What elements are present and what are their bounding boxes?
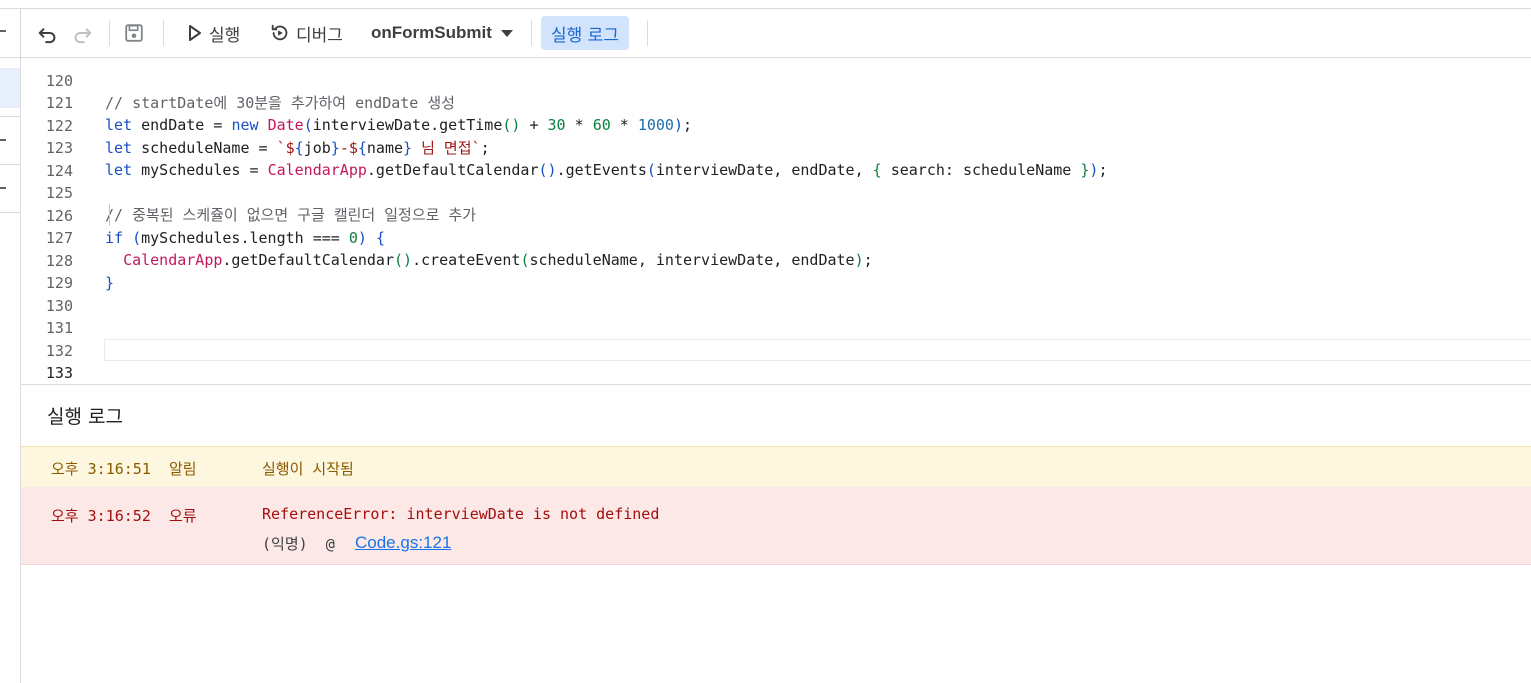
toolbar-separator [647, 20, 648, 46]
stack-trace-prefix: (익명) @ [262, 535, 335, 553]
code-line: 127 CalendarApp.getDefaultCalendar().cre… [21, 204, 1531, 270]
window-top-border [0, 0, 1531, 9]
stack-trace-link[interactable]: Code.gs:121 [355, 533, 451, 553]
execution-log-label: 실행 로그 [551, 25, 619, 46]
log-level: 오류 [169, 507, 197, 525]
code-line: 128 } [21, 227, 1531, 293]
sidebar-divider [0, 116, 20, 117]
run-button[interactable]: 실행 [187, 19, 240, 47]
log-time: 오후 3:16:52 [51, 507, 151, 525]
undo-icon [37, 22, 59, 44]
sidebar-item-selected[interactable] [0, 68, 20, 108]
undo-button[interactable] [37, 19, 59, 47]
toolbar-separator [163, 20, 164, 46]
toolbar-separator [109, 20, 110, 46]
log-level: 알림 [169, 460, 197, 478]
debug-button[interactable]: 디버그 [269, 19, 343, 47]
run-label: 실행 [209, 25, 241, 46]
code-line: 121 let endDate = new Date(interviewDate… [21, 69, 1531, 135]
toolbar-separator [531, 20, 532, 46]
function-select-value: onFormSubmit [371, 23, 492, 42]
sidebar-divider [0, 164, 20, 165]
sidebar-divider [0, 57, 20, 58]
function-select[interactable]: onFormSubmit [371, 19, 514, 47]
code-line: 130 [21, 272, 1531, 315]
code-editor[interactable]: 120 // startDate에 30분을 추가하여 endDate 생성 1… [21, 58, 1531, 385]
code-line: 125 // 중복된 스케쥴이 없으면 구글 캘린더 일정으로 추가 [21, 159, 1531, 225]
sidebar-collapse-icon[interactable] [0, 139, 6, 141]
code-line: 131 [21, 294, 1531, 337]
log-time: 오후 3:16:51 [51, 460, 151, 478]
log-entry-error: 오후 3:16:52 오류 ReferenceError: interviewD… [21, 487, 1531, 565]
debug-label: 디버그 [296, 25, 343, 46]
code-line: 120 // startDate에 30분을 추가하여 endDate 생성 [21, 58, 1531, 113]
code-line: 123 let mySchedules = CalendarApp.getDef… [21, 114, 1531, 180]
editor-toolbar: 실행 디버그 onFormSubmit 실행 로그 [21, 9, 1531, 58]
code-line: 129 [21, 249, 1531, 292]
save-button[interactable] [123, 19, 145, 47]
execution-log-panel: 실행 로그 오후 3:16:51 알림 실행이 시작됨 오후 3:16:52 오… [21, 385, 1531, 683]
code-line: 132 [21, 317, 1531, 360]
log-panel-title: 실행 로그 [47, 406, 123, 428]
chevron-down-icon [500, 28, 514, 38]
play-icon [187, 24, 203, 42]
left-sidebar [0, 9, 21, 683]
sidebar-divider [0, 212, 20, 213]
redo-button[interactable] [71, 19, 93, 47]
debug-history-icon [269, 22, 291, 44]
code-line-current[interactable]: 133 [21, 339, 1531, 382]
log-message: ReferenceError: interviewDate is not def… [262, 505, 660, 523]
code-line: 126 if (mySchedules.length === 0) { [21, 182, 1531, 248]
code-line: 124 [21, 137, 1531, 180]
execution-log-button[interactable]: 실행 로그 [541, 16, 629, 50]
save-icon [123, 22, 145, 44]
sidebar-collapse-icon[interactable] [0, 187, 6, 189]
redo-icon [71, 22, 93, 44]
code-line: 134 [21, 362, 1531, 384]
log-message: 실행이 시작됨 [262, 460, 354, 478]
sidebar-collapse-icon[interactable] [0, 30, 6, 32]
log-entry-info: 오후 3:16:51 알림 실행이 시작됨 [21, 446, 1531, 488]
code-line: 122 let scheduleName = `${job}-${name} 님… [21, 92, 1531, 158]
